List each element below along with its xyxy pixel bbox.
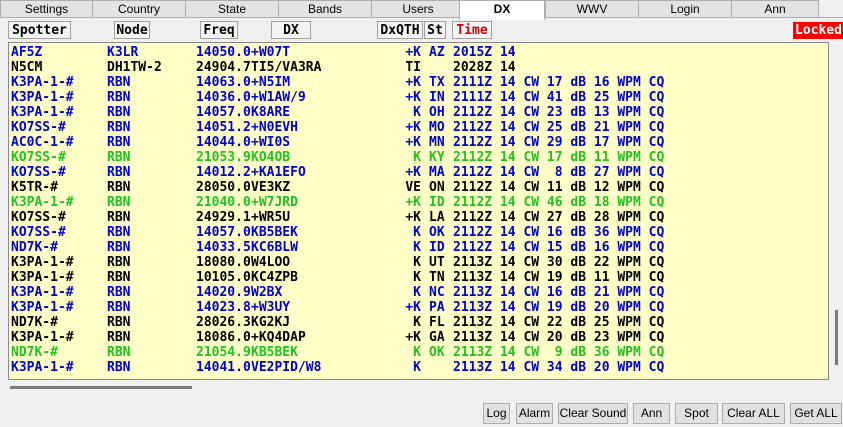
locked-indicator: Locked <box>793 22 843 39</box>
tab-users[interactable]: Users <box>371 0 465 17</box>
table-row[interactable]: K3PA-1-# RBN 14041.0 VE2PID/W8 K 2113Z 14 CW … <box>11 359 826 377</box>
column-header-row: Spotter Node Freq DX DxQTH St Time Locke… <box>0 20 843 42</box>
tab-login[interactable]: Login <box>638 0 732 17</box>
tab-wwv[interactable]: WWV <box>545 0 639 17</box>
column-header-time[interactable]: Time <box>452 21 492 39</box>
dx-spot-list[interactable]: AF5Z K3LR 14050.0 +W07T +K AZ 2015Z 14 N5CM DH1T… <box>8 42 829 380</box>
log-button[interactable]: Log <box>483 403 510 424</box>
column-header-node[interactable]: Node <box>114 21 150 39</box>
column-header-freq[interactable]: Freq <box>200 21 238 39</box>
ann-button[interactable]: Ann <box>633 403 670 424</box>
clear-sound-button[interactable]: Clear Sound <box>558 403 628 424</box>
tab-country[interactable]: Country <box>92 0 186 17</box>
tab-settings[interactable]: Settings <box>0 0 93 17</box>
cell-dx: VE2PID/W8 <box>251 360 322 375</box>
tab-state[interactable]: State <box>185 0 279 17</box>
tab-bands[interactable]: Bands <box>278 0 372 17</box>
horizontal-scrollbar[interactable] <box>8 380 829 394</box>
clear-all-button[interactable]: Clear ALL <box>722 403 785 424</box>
get-all-button[interactable]: Get ALL <box>790 403 842 424</box>
column-header-spotter[interactable]: Spotter <box>8 21 71 39</box>
tab-ann[interactable]: Ann <box>731 0 819 17</box>
cell-freq: 14041.0 <box>196 360 251 375</box>
vertical-scrollbar[interactable] <box>830 42 843 380</box>
horizontal-scrollbar-thumb[interactable] <box>10 386 192 389</box>
tab-bar-divider <box>0 17 843 18</box>
column-header-dx[interactable]: DX <box>271 21 311 39</box>
cell-node: RBN <box>107 360 131 375</box>
spot-button[interactable]: Spot <box>675 403 718 424</box>
cell-rest: 2113Z 14 CW 34 dB 20 WPM CQ <box>453 360 665 375</box>
cell-dxqth: K <box>413 360 421 375</box>
tab-dx[interactable]: DX <box>459 0 545 20</box>
cell-spotter: K3PA-1-# <box>11 360 74 375</box>
column-header-dxqth[interactable]: DxQTH <box>377 21 423 39</box>
column-header-st[interactable]: St <box>424 21 446 39</box>
vertical-scrollbar-thumb[interactable] <box>835 310 838 365</box>
alarm-button[interactable]: Alarm <box>516 403 553 424</box>
tab-bar: Settings Country State Bands Users DX WW… <box>0 0 843 20</box>
